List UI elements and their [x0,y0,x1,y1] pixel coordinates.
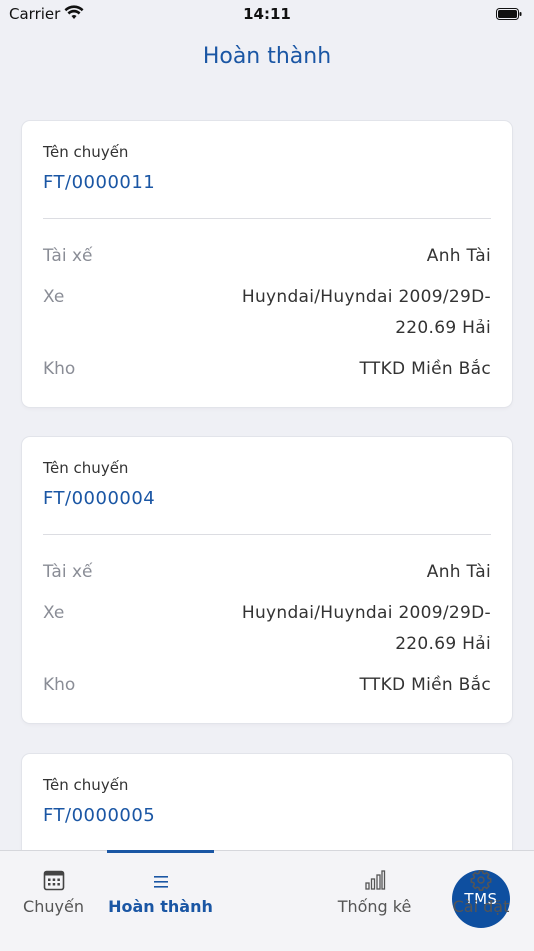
gear-icon [470,870,492,891]
vehicle-label: Xe [43,287,65,307]
trip-name-label: Tên chuyến [43,143,129,161]
tab-tms[interactable]: TMS [214,851,510,951]
bar-chart-icon [364,870,385,890]
driver-label: Tài xế [43,246,93,266]
status-time: 14:11 [243,5,291,23]
tab-label: Hoàn thành [108,897,213,916]
trip-name-label: Tên chuyến [43,459,129,477]
driver-label: Tài xế [43,562,93,582]
tab-cai-dat[interactable]: Cài đặt [428,851,534,951]
tab-label: Chuyến [23,897,84,916]
tab-label: Cài đặt [452,897,510,916]
trip-code: FT/0000004 [43,488,156,509]
tab-bar: Chuyến Hoàn thành TMS Thống kê Cài đặt [0,850,534,951]
battery-icon [496,8,522,20]
status-bar: Carrier 14:11 [0,0,534,28]
tab-chuyen[interactable]: Chuyến [0,851,107,951]
warehouse-value: TTKD Miền Bắc [359,675,491,695]
warehouse-value: TTKD Miền Bắc [359,359,491,379]
trip-code: FT/0000005 [43,805,156,826]
warehouse-label: Kho [43,675,76,695]
vehicle-value: Huyndai/Huyndai 2009/29D-220.69 Hải [241,287,491,338]
list-icon [153,876,168,888]
vehicle-value: Huyndai/Huyndai 2009/29D-220.69 Hải [241,603,491,654]
calendar-icon [43,870,64,891]
driver-value: Anh Tài [426,562,491,582]
tab-label: Thống kê [337,897,412,916]
card-divider [43,218,491,219]
tab-thong-ke[interactable]: Thống kê [321,851,428,951]
trip-name-label: Tên chuyến [43,776,129,794]
warehouse-label: Kho [43,359,76,379]
tab-hoan-thanh[interactable]: Hoàn thành [107,851,214,951]
trip-card[interactable]: Tên chuyến FT/0000011 Tài xế Anh Tài Xe … [22,121,512,407]
driver-value: Anh Tài [426,246,491,266]
page-title: Hoàn thành [202,44,332,69]
trip-code: FT/0000011 [43,172,156,193]
vehicle-label: Xe [43,603,65,623]
card-divider [43,534,491,535]
trip-card[interactable]: Tên chuyến FT/0000004 Tài xế Anh Tài Xe … [22,437,512,723]
